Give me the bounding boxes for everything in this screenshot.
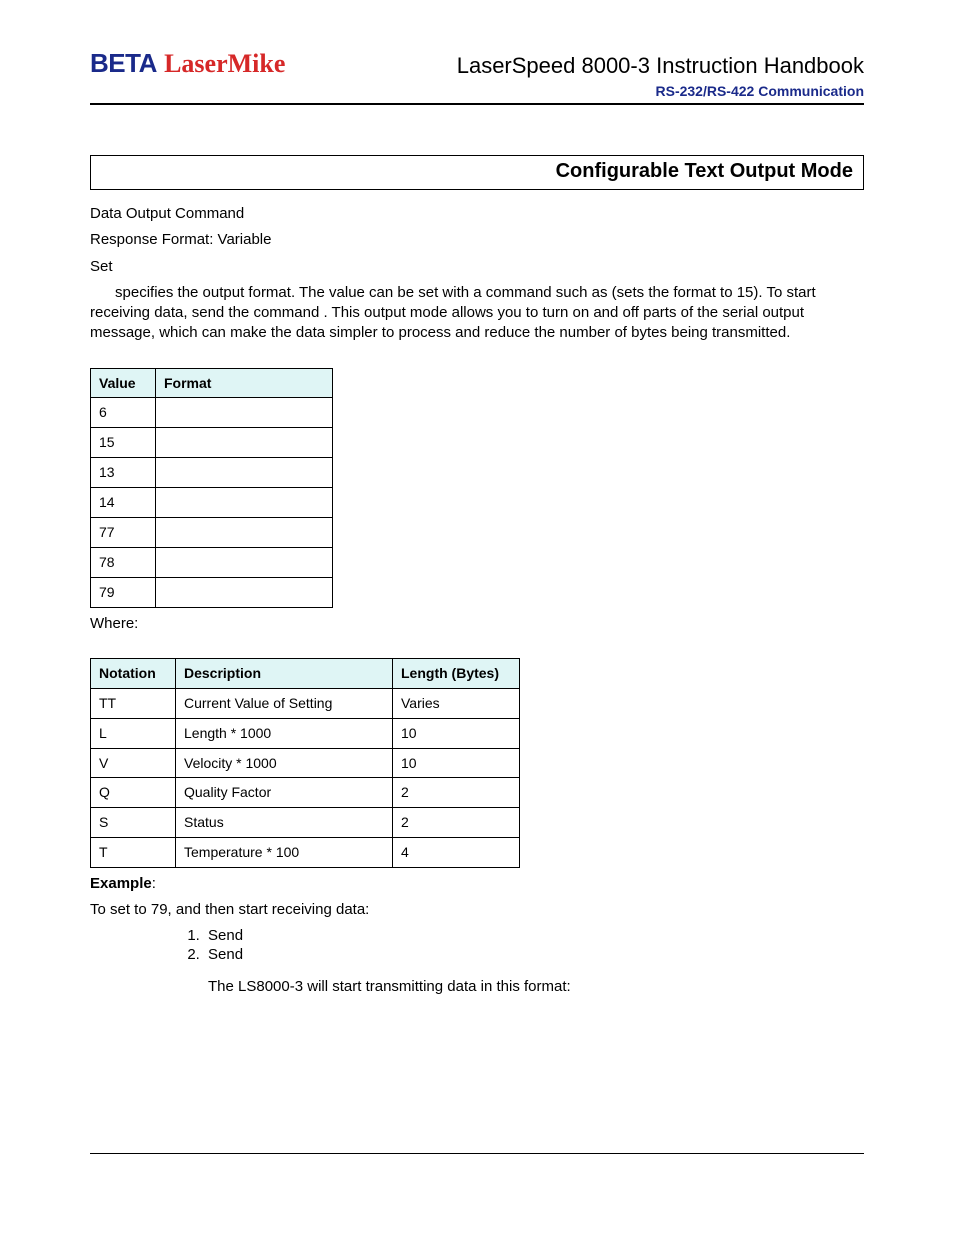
header-subtitle: RS-232/RS-422 Communication — [90, 83, 864, 99]
logo-beta: BETA — [90, 48, 157, 78]
table-row: 77 — [91, 517, 333, 547]
table-row: 14 — [91, 488, 333, 518]
example-header: Example: — [90, 874, 864, 894]
after-steps-block: The LS8000-3 will start transmitting dat… — [208, 977, 864, 997]
cell: Varies — [393, 688, 520, 718]
cell: 78 — [91, 547, 156, 577]
cell: 2 — [393, 808, 520, 838]
cell: Status — [176, 808, 393, 838]
cell: 10 — [393, 718, 520, 748]
cell — [156, 428, 333, 458]
table2-header-description: Description — [176, 658, 393, 688]
list-item: Send — [204, 927, 864, 944]
cell: 79 — [91, 577, 156, 607]
cell — [156, 547, 333, 577]
cell: S — [91, 808, 176, 838]
after-steps-text: The LS8000-3 will start transmitting dat… — [208, 977, 864, 997]
table-row: VVelocity * 100010 — [91, 748, 520, 778]
table-row: QQuality Factor2 — [91, 778, 520, 808]
logo: BETA LaserMike — [90, 48, 285, 79]
cell: 10 — [393, 748, 520, 778]
cell: Current Value of Setting — [176, 688, 393, 718]
cell: Quality Factor — [176, 778, 393, 808]
example-line: To set to 79, and then start receiving d… — [90, 900, 864, 920]
cell: Q — [91, 778, 176, 808]
page-header: BETA LaserMike LaserSpeed 8000-3 Instruc… — [90, 48, 864, 79]
cell: TT — [91, 688, 176, 718]
cell: 6 — [91, 398, 156, 428]
example-colon: : — [152, 875, 156, 892]
table-row: 78 — [91, 547, 333, 577]
cell — [156, 577, 333, 607]
logo-lasermike: LaserMike — [164, 49, 285, 78]
table-row: 79 — [91, 577, 333, 607]
cell — [156, 398, 333, 428]
cell: 2 — [393, 778, 520, 808]
cell — [156, 488, 333, 518]
table-row: 6 — [91, 398, 333, 428]
table-row: 13 — [91, 458, 333, 488]
notation-table: Notation Description Length (Bytes) TTCu… — [90, 658, 520, 868]
example-steps: Send Send — [180, 927, 864, 963]
content-block: Data Output Command Response Format: Var… — [90, 204, 864, 921]
intro-line-1: Data Output Command — [90, 204, 864, 224]
cell — [156, 458, 333, 488]
intro-paragraph: specifies the output format. The value c… — [90, 283, 864, 344]
cell: L — [91, 718, 176, 748]
cell: 77 — [91, 517, 156, 547]
example-label: Example — [90, 875, 152, 892]
cell: Length * 1000 — [176, 718, 393, 748]
header-title: LaserSpeed 8000-3 Instruction Handbook — [457, 53, 864, 79]
table1-header-value: Value — [91, 368, 156, 398]
header-rule — [90, 103, 864, 105]
table-row: LLength * 100010 — [91, 718, 520, 748]
cell: 4 — [393, 838, 520, 868]
cell: Velocity * 1000 — [176, 748, 393, 778]
table1-header-format: Format — [156, 368, 333, 398]
cell: V — [91, 748, 176, 778]
table-row: TTemperature * 1004 — [91, 838, 520, 868]
section-heading: Configurable Text Output Mode — [90, 155, 864, 190]
cell: T — [91, 838, 176, 868]
table2-header-length: Length (Bytes) — [393, 658, 520, 688]
table-row: SStatus2 — [91, 808, 520, 838]
cell — [156, 517, 333, 547]
table-row: 15 — [91, 428, 333, 458]
table2-header-notation: Notation — [91, 658, 176, 688]
intro-line-2: Response Format: Variable — [90, 230, 864, 250]
cell: 13 — [91, 458, 156, 488]
cell: 14 — [91, 488, 156, 518]
where-label: Where: — [90, 614, 864, 634]
cell: 15 — [91, 428, 156, 458]
table-row: TTCurrent Value of SettingVaries — [91, 688, 520, 718]
value-format-table: Value Format 6 15 13 14 77 78 79 — [90, 368, 333, 608]
list-item: Send — [204, 946, 864, 963]
cell: Temperature * 100 — [176, 838, 393, 868]
intro-line-3: Set — [90, 257, 864, 277]
footer-rule — [90, 1153, 864, 1154]
intro-paragraph-text: specifies the output format. The value c… — [90, 284, 816, 342]
